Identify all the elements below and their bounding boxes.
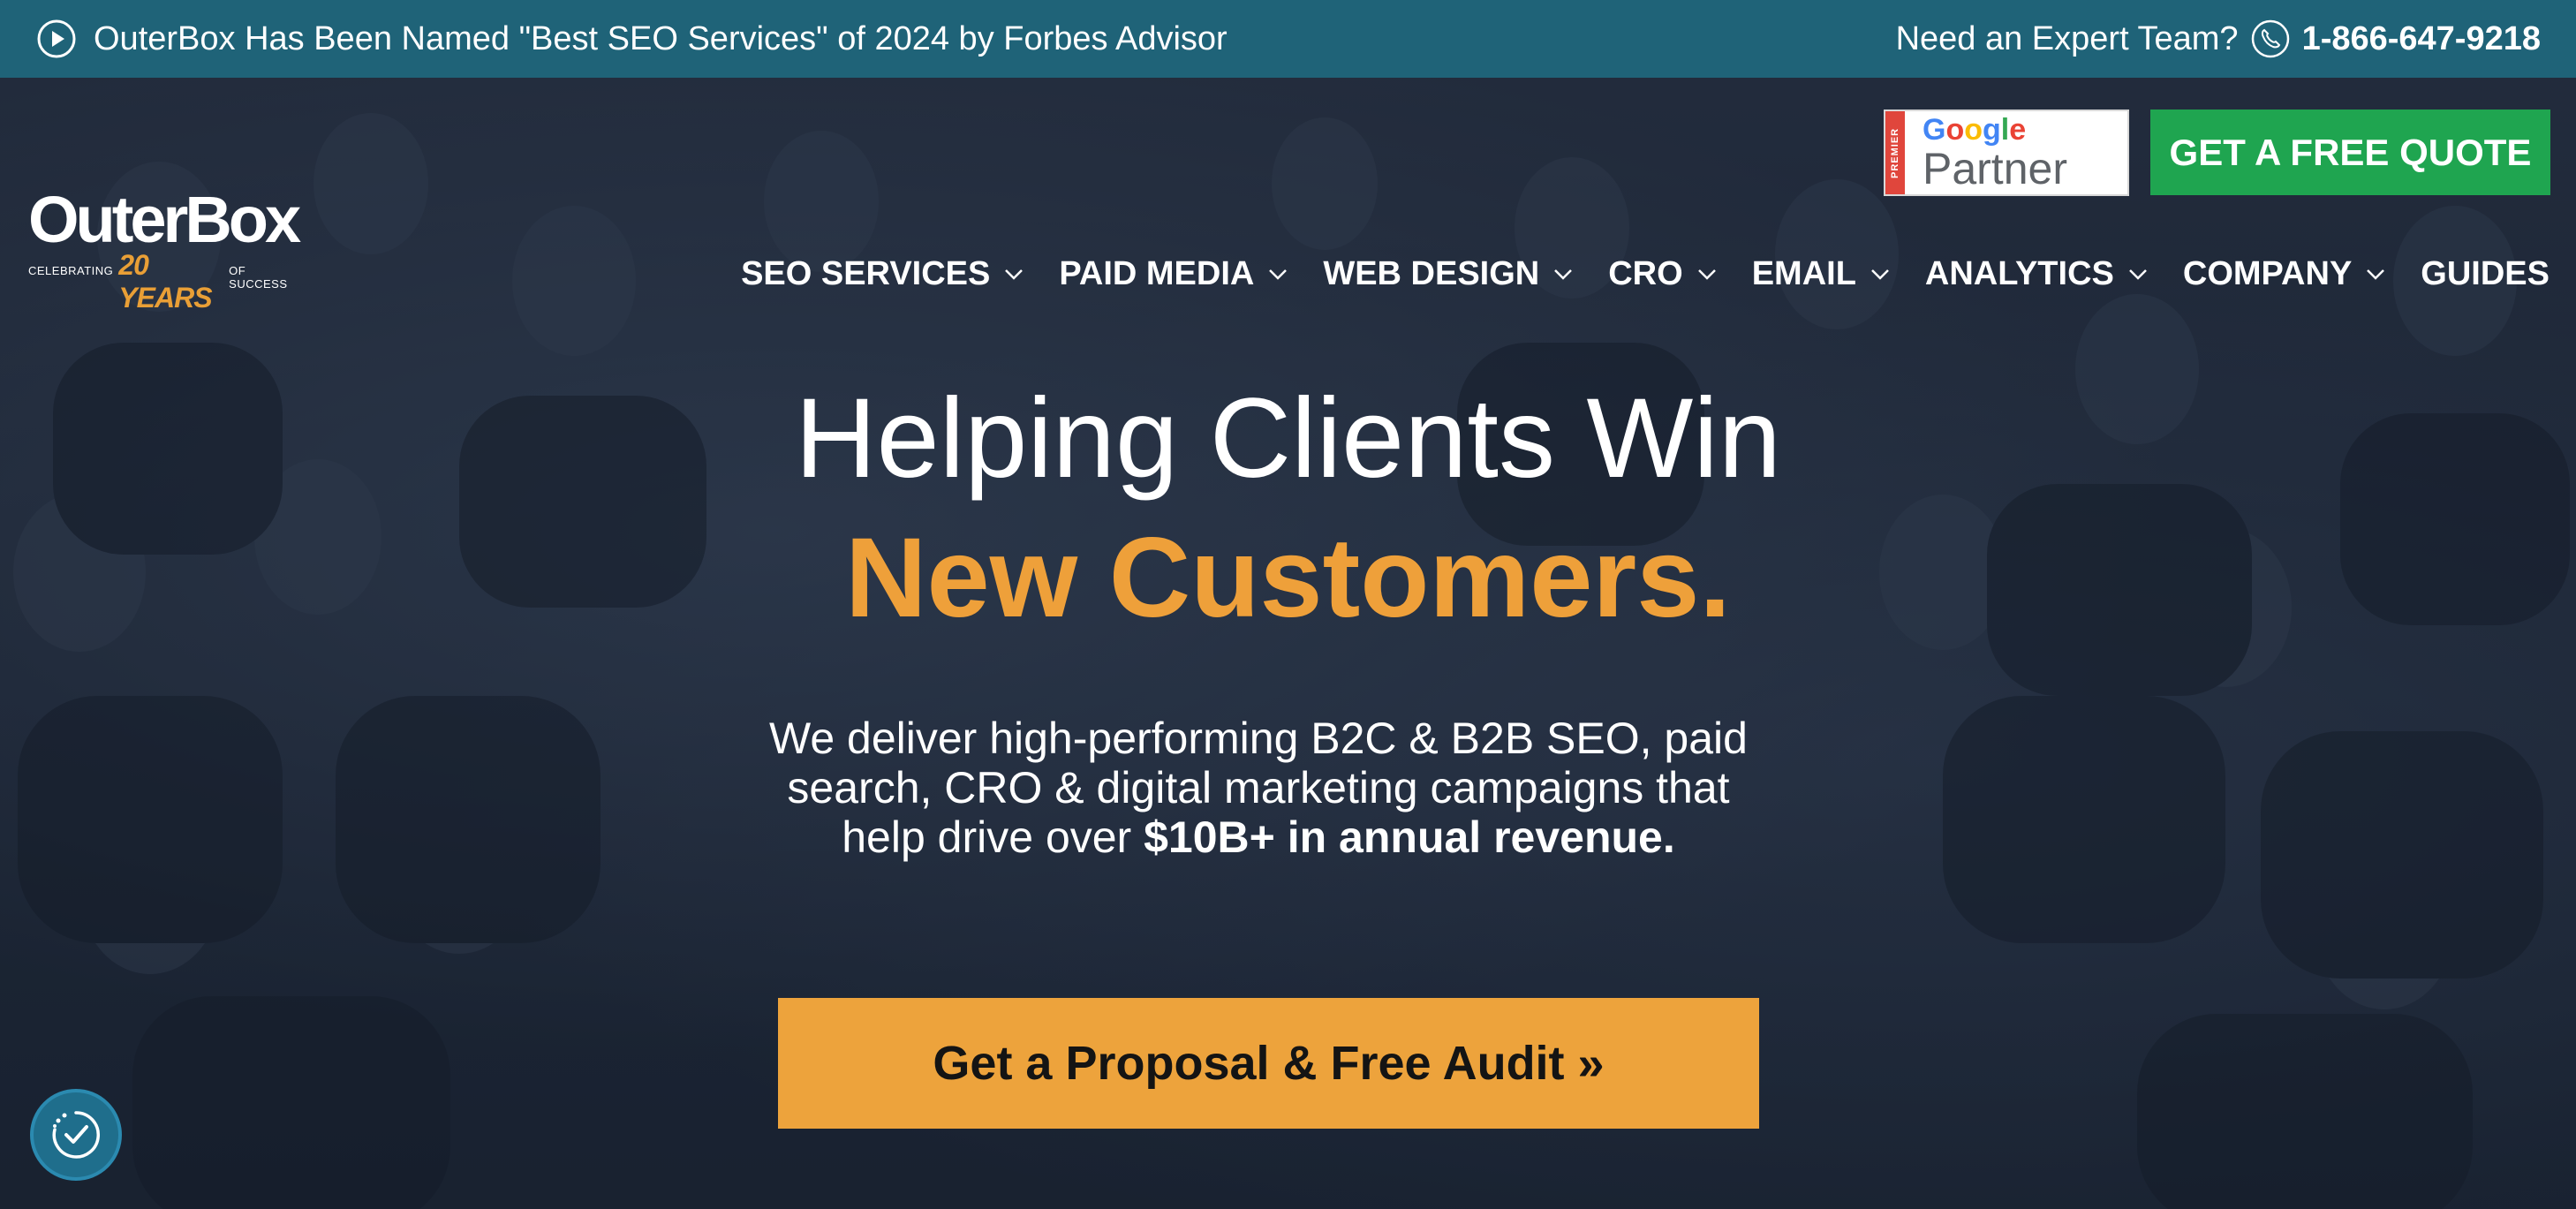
tagline-years: 20 YEARS: [118, 249, 212, 314]
nav-item-analytics[interactable]: ANALYTICS: [1925, 255, 2149, 293]
nav-label: GUIDES: [2421, 254, 2550, 292]
phone-number-link[interactable]: 1-866-647-9218: [2302, 20, 2541, 58]
nav-item-paid-media[interactable]: PAID MEDIA: [1059, 255, 1289, 293]
partner-text: Partner: [1923, 144, 2067, 193]
contact-area: Need an Expert Team? 1-866-647-9218: [1896, 18, 2541, 60]
chevron-down-icon: [1697, 269, 1716, 280]
logo-wordmark: OuterBox: [28, 183, 301, 256]
nav-item-company[interactable]: COMPANY: [2183, 255, 2387, 293]
subtext-highlight: $10B+ in annual revenue.: [1144, 812, 1675, 862]
nav-label: SEO SERVICES: [741, 254, 991, 292]
hero-subtext: We deliver high-performing B2C & B2B SEO…: [751, 714, 1766, 862]
google-partner-badge[interactable]: PREMIER Google Partner: [1884, 110, 2129, 196]
nav-label: COMPANY: [2182, 254, 2353, 292]
announcement-text: OuterBox Has Been Named "Best SEO Servic…: [94, 19, 1228, 57]
chevron-down-icon: [2128, 269, 2147, 280]
nav-label: CRO: [1608, 254, 1683, 292]
nav-label: EMAIL: [1751, 254, 1856, 292]
play-circle-icon: [37, 19, 76, 58]
nav-item-guides[interactable]: GUIDES: [2421, 255, 2550, 293]
phone-icon: [2251, 19, 2289, 58]
outerbox-logo[interactable]: OuterBox CELEBRATING 20 YEARS OF SUCCESS: [28, 183, 301, 314]
get-proposal-button[interactable]: Get a Proposal & Free Audit »: [778, 998, 1759, 1129]
chevron-down-icon: [2367, 269, 2385, 280]
headline-line-1: Helping Clients Win: [795, 375, 1781, 502]
main-navigation: SEO SERVICES PAID MEDIA WEB DESIGN CRO E…: [741, 251, 2550, 297]
tagline-prefix: CELEBRATING: [28, 264, 114, 277]
headline-line-2: New Customers.: [845, 514, 1731, 641]
announcement-link[interactable]: OuterBox Has Been Named "Best SEO Servic…: [35, 18, 1228, 60]
nav-label: ANALYTICS: [1924, 254, 2114, 292]
nav-item-email[interactable]: EMAIL: [1752, 255, 1892, 293]
tagline-suffix: OF SUCCESS: [229, 264, 288, 291]
chevron-down-icon: [1554, 269, 1573, 280]
get-free-quote-button[interactable]: GET A FREE QUOTE: [2150, 110, 2550, 195]
nav-label: PAID MEDIA: [1059, 254, 1255, 292]
logo-tagline: CELEBRATING 20 YEARS OF SUCCESS: [28, 249, 293, 314]
google-wordmark: Google: [1923, 113, 2027, 147]
top-announcement-bar: OuterBox Has Been Named "Best SEO Servic…: [0, 0, 2576, 78]
premier-ribbon: PREMIER: [1885, 111, 1905, 194]
chevron-down-icon: [1269, 269, 1288, 280]
chevron-down-icon: [1005, 269, 1024, 280]
nav-label: WEB DESIGN: [1323, 254, 1540, 292]
expert-team-label: Need an Expert Team?: [1895, 19, 2239, 57]
hero-headline: Helping Clients Win New Customers.: [0, 371, 2576, 646]
accessibility-button[interactable]: [30, 1089, 122, 1181]
nav-item-web-design[interactable]: WEB DESIGN: [1323, 255, 1575, 293]
nav-item-seo-services[interactable]: SEO SERVICES: [741, 255, 1025, 293]
accessibility-icon: [52, 1111, 100, 1159]
chevron-down-icon: [1871, 269, 1889, 280]
nav-item-cro[interactable]: CRO: [1608, 255, 1718, 293]
